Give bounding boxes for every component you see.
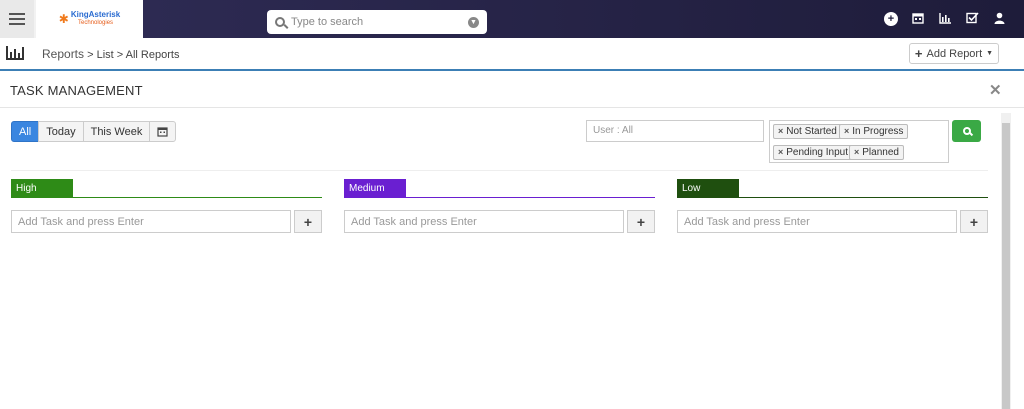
- add-task-input[interactable]: Add Task and press Enter: [11, 210, 291, 233]
- reports-chart-icon: [6, 46, 24, 60]
- navbar-icons: +: [884, 12, 1006, 26]
- column-label: Low: [677, 179, 739, 197]
- top-navbar: ✱ KingAsterisk Technologies Type to sear…: [0, 0, 1024, 38]
- brand-logo[interactable]: ✱ KingAsterisk Technologies: [36, 0, 143, 38]
- priority-column-high: High Add Task and press Enter +: [11, 179, 322, 233]
- status-filter-multiselect[interactable]: × Not Started × In Progress × Pending Input…: [769, 120, 949, 163]
- modal-divider: [0, 107, 1024, 108]
- column-underline: [11, 197, 322, 198]
- column-label: Medium: [344, 179, 406, 197]
- asterisk-logo-icon: ✱: [58, 12, 69, 26]
- add-report-label: Add Report: [926, 47, 983, 60]
- status-tag[interactable]: × Not Started: [773, 124, 842, 139]
- menu-toggle-button[interactable]: [0, 0, 34, 38]
- scrollbar-thumb[interactable]: [1002, 123, 1010, 409]
- filter-all-button[interactable]: All: [11, 121, 40, 142]
- logo-text: KingAsterisk: [70, 10, 121, 19]
- breadcrumb-current: All Reports: [125, 49, 180, 61]
- date-picker-button[interactable]: [149, 121, 177, 142]
- add-task-row: Add Task and press Enter +: [677, 210, 988, 233]
- section-divider: [11, 170, 988, 171]
- hamburger-icon: [9, 18, 25, 20]
- add-task-button[interactable]: +: [294, 210, 322, 233]
- filter-today-button[interactable]: Today: [38, 121, 84, 142]
- remove-tag-icon[interactable]: ×: [854, 147, 859, 157]
- remove-tag-icon[interactable]: ×: [844, 126, 849, 136]
- column-label: High: [11, 179, 73, 197]
- bar-chart-icon[interactable]: [938, 12, 952, 26]
- date-range-buttons: All Today This Week: [11, 121, 177, 142]
- caret-down-icon: ▼: [986, 50, 994, 57]
- remove-tag-icon[interactable]: ×: [778, 126, 783, 136]
- remove-tag-icon[interactable]: ×: [778, 147, 783, 157]
- search-icon: [275, 17, 285, 27]
- column-header: Low: [677, 179, 988, 198]
- status-tag[interactable]: × Planned: [849, 145, 904, 160]
- column-header: Medium: [344, 179, 655, 198]
- add-task-button[interactable]: +: [960, 210, 988, 233]
- add-report-button[interactable]: + Add Report ▼: [909, 43, 999, 64]
- breadcrumb-separator: >: [84, 49, 97, 61]
- breadcrumb: Reports > List > All Reports: [42, 47, 179, 61]
- filter-this-week-button[interactable]: This Week: [82, 121, 151, 142]
- modal-scrollbar[interactable]: [1001, 113, 1011, 409]
- circle-plus-icon[interactable]: +: [884, 12, 898, 26]
- breadcrumb-separator: >: [113, 49, 126, 61]
- search-filter-button[interactable]: [952, 120, 981, 142]
- calendar-icon: [157, 127, 168, 137]
- close-icon[interactable]: ✕: [989, 81, 1002, 99]
- status-tag[interactable]: × In Progress: [839, 124, 909, 139]
- column-underline: [344, 197, 655, 198]
- logo-subtext: Technologies: [78, 20, 114, 26]
- calendar-icon[interactable]: [911, 12, 925, 26]
- breadcrumb-reports[interactable]: Reports: [42, 47, 84, 61]
- priority-column-medium: Medium Add Task and press Enter +: [344, 179, 655, 233]
- hamburger-icon: [9, 13, 25, 15]
- breadcrumb-bar: Reports > List > All Reports: [0, 38, 1024, 71]
- search-input[interactable]: Type to search: [291, 16, 468, 28]
- add-task-input[interactable]: Add Task and press Enter: [677, 210, 957, 233]
- global-search[interactable]: Type to search ▼: [267, 10, 487, 34]
- add-task-row: Add Task and press Enter +: [344, 210, 655, 233]
- add-task-button[interactable]: +: [627, 210, 655, 233]
- status-tag[interactable]: × Pending Input: [773, 145, 853, 160]
- user-icon[interactable]: [992, 12, 1006, 26]
- add-task-input[interactable]: Add Task and press Enter: [344, 210, 624, 233]
- plus-icon: +: [914, 46, 923, 61]
- chevron-down-icon[interactable]: ▼: [468, 16, 479, 28]
- checkbox-icon[interactable]: [965, 12, 979, 26]
- priority-column-low: Low Add Task and press Enter +: [677, 179, 988, 233]
- add-task-row: Add Task and press Enter +: [11, 210, 322, 233]
- search-icon: [962, 127, 971, 135]
- breadcrumb-list[interactable]: List: [97, 49, 114, 61]
- hamburger-icon: [9, 23, 25, 25]
- modal-title: TASK MANAGEMENT: [10, 83, 143, 98]
- column-header: High: [11, 179, 322, 198]
- user-filter-input[interactable]: User : All: [586, 120, 764, 142]
- column-underline: [677, 197, 988, 198]
